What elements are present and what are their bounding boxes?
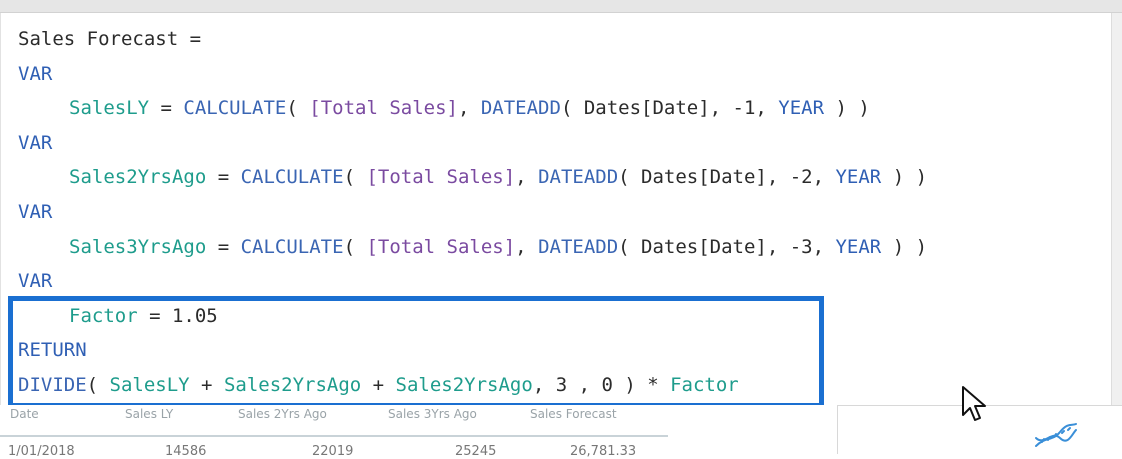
code-token: VAR — [18, 201, 53, 223]
code-token: Sales Forecast = — [18, 28, 202, 50]
code-token: YEAR — [835, 235, 882, 258]
code-token: , — [515, 166, 539, 189]
code-token: CALCULATE — [240, 166, 344, 189]
code-token: [Total Sales] — [366, 235, 516, 258]
code-token: CALCULATE — [183, 97, 287, 120]
mouse-pointer-icon — [962, 386, 986, 421]
column-header-sales-forecast[interactable]: Sales Forecast — [530, 407, 665, 421]
code-token: SalesLY — [69, 97, 150, 120]
code-token: DATEADD — [538, 166, 619, 189]
column-header-sales-ly[interactable]: Sales LY — [125, 407, 225, 421]
code-line[interactable]: VAR — [18, 57, 52, 91]
code-token: YEAR — [835, 166, 882, 189]
data-table: Date Sales LY Sales 2Yrs Ago Sales 3Yrs … — [0, 405, 836, 459]
column-header-sales-3yrs-ago[interactable]: Sales 3Yrs Ago — [388, 407, 528, 421]
code-line[interactable]: Sales Forecast = — [18, 22, 201, 56]
code-line[interactable]: SalesLY = CALCULATE( [Total Sales], DATE… — [18, 91, 870, 125]
code-token: [Total Sales] — [309, 97, 458, 120]
column-header-date[interactable]: Date — [10, 407, 110, 421]
code-token: ( — [343, 166, 367, 189]
cell-sales-3yrs-ago: 25245 — [455, 444, 497, 459]
code-token: Sales2YrsAgo — [69, 166, 207, 189]
code-token: DATEADD — [538, 235, 619, 258]
code-token: ) ) — [824, 97, 870, 120]
table-header-divider — [0, 435, 668, 437]
editor-scrollbar[interactable] — [1111, 13, 1122, 405]
cell-sales-2yrs-ago: 22019 — [312, 444, 354, 459]
cell-date: 1/01/2018 — [8, 444, 75, 459]
code-token: = — [206, 235, 241, 258]
cell-sales-ly: 14586 — [165, 444, 207, 459]
code-token: = — [149, 97, 184, 120]
code-token: VAR — [18, 270, 53, 293]
code-token: ) ) — [881, 166, 928, 189]
code-token: = — [206, 166, 241, 189]
code-token: ) ) — [881, 235, 928, 258]
code-token: [Total Sales] — [366, 166, 516, 189]
code-token: DATEADD — [480, 97, 561, 120]
code-token: , — [457, 97, 481, 120]
code-line[interactable]: Sales2YrsAgo = CALCULATE( [Total Sales],… — [18, 160, 927, 194]
code-token: ( — [286, 97, 310, 120]
code-token: , — [515, 235, 539, 258]
code-line[interactable]: VAR — [18, 126, 52, 160]
code-token: CALCULATE — [240, 235, 344, 258]
code-token: ( — [343, 235, 367, 258]
cell-sales-forecast: 26,781.33 — [570, 444, 637, 459]
highlight-box — [8, 296, 824, 408]
code-line[interactable]: Sales3YrsAgo = CALCULATE( [Total Sales],… — [18, 230, 927, 264]
code-token: ( Dates[Date], -3, — [618, 235, 836, 258]
code-token: VAR — [18, 131, 53, 154]
code-token: ( Dates[Date], -1, — [560, 97, 779, 120]
column-header-sales-2yrs-ago[interactable]: Sales 2Yrs Ago — [238, 407, 378, 421]
dna-icon[interactable] — [1032, 420, 1080, 450]
code-token: VAR — [18, 62, 53, 85]
code-line[interactable]: VAR — [18, 264, 52, 298]
code-token: Sales3YrsAgo — [69, 235, 207, 258]
window-top-strip — [0, 0, 1122, 13]
code-token: ( Dates[Date], -2, — [618, 166, 836, 189]
code-token: YEAR — [778, 97, 825, 120]
code-line[interactable]: VAR — [18, 195, 52, 229]
